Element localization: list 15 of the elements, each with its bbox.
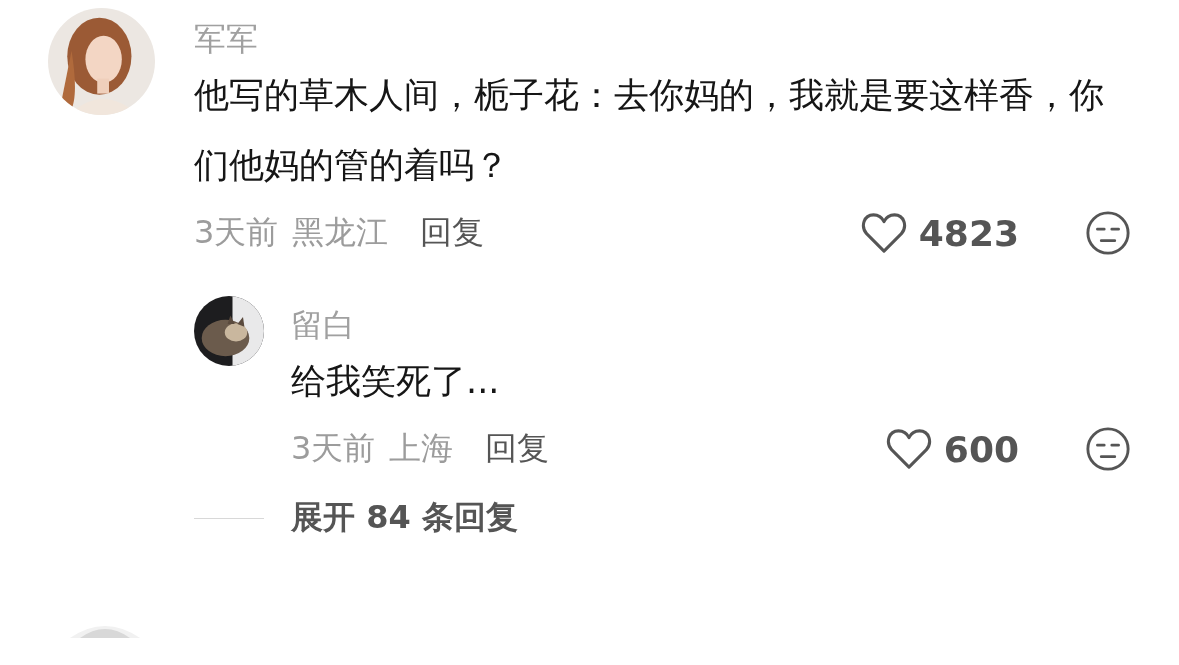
comment-time: 3天前 — [291, 428, 376, 469]
comment-location: 黑龙江 — [292, 212, 389, 253]
face-icon[interactable] — [1085, 426, 1131, 472]
like-count: 600 — [943, 428, 1019, 470]
comment-time: 3天前 — [194, 212, 279, 253]
like-count: 4823 — [918, 212, 1019, 254]
reply-button[interactable]: 回复 — [485, 427, 550, 471]
face-icon[interactable] — [1085, 210, 1131, 256]
expand-replies-link[interactable]: 展开 84 条回复 — [291, 496, 518, 540]
comment-location: 上海 — [389, 428, 454, 469]
comment-text: 他写的草木人间，栀子花：去你妈的，我就是要这样香，你们他妈的管的着吗？ — [194, 74, 1105, 187]
reply-button[interactable]: 回复 — [420, 211, 485, 255]
comment-text: 给我笑死了... — [291, 360, 500, 403]
heart-icon[interactable] — [885, 428, 932, 470]
heart-icon[interactable] — [860, 212, 907, 254]
